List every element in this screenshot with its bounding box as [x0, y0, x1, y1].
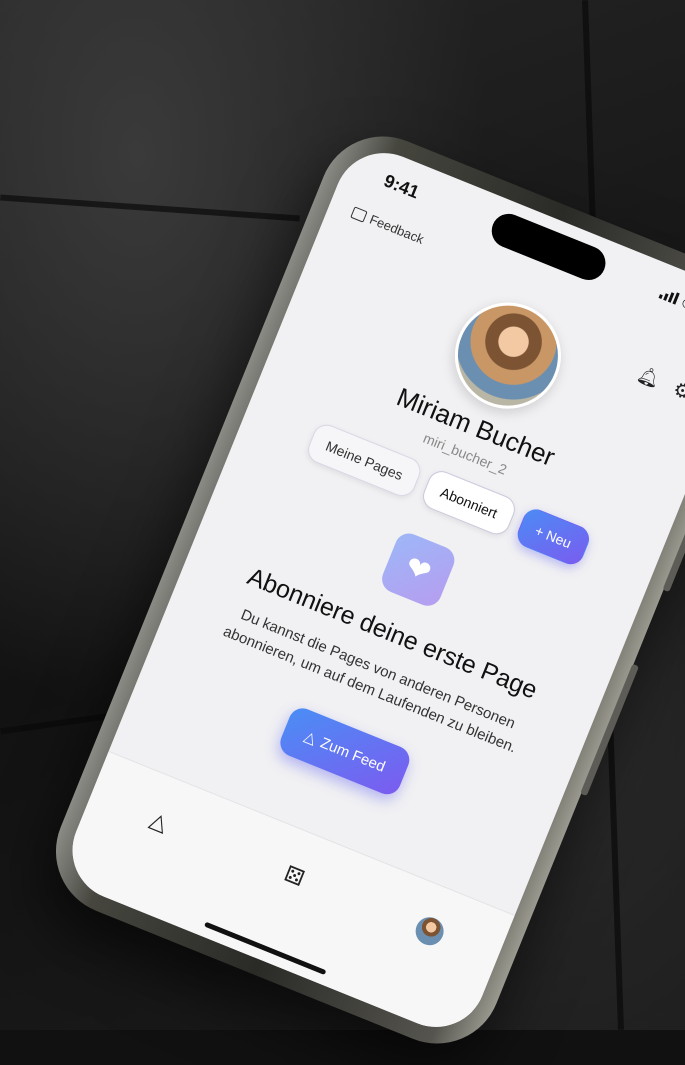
feedback-icon [350, 205, 368, 223]
heart-icon: ❤ [400, 549, 437, 590]
nav-dice[interactable]: ⚄ [268, 850, 320, 902]
new-button[interactable]: + Neu [513, 505, 594, 569]
feedback-button[interactable]: Feedback [350, 204, 426, 247]
nav-explore[interactable]: △ [133, 796, 185, 848]
status-time: 9:41 [381, 170, 423, 203]
gear-icon[interactable]: ⚙ [669, 376, 685, 406]
nav-profile[interactable] [404, 905, 456, 957]
empty-state-illustration: ❤ [377, 529, 459, 610]
avatar [411, 912, 448, 950]
triangle-graph-icon: △ [146, 806, 172, 837]
feedback-label: Feedback [367, 211, 426, 247]
triangle-graph-icon: △ [301, 727, 319, 748]
dynamic-island [486, 208, 611, 286]
bell-icon[interactable]: 🔔︎ [634, 363, 663, 391]
status-icons: ◎ [658, 286, 685, 322]
to-feed-label: Zum Feed [318, 733, 388, 776]
wifi-icon: ◎ [679, 294, 685, 312]
to-feed-button[interactable]: △ Zum Feed [276, 704, 414, 799]
dice-icon: ⚄ [280, 860, 308, 892]
signal-icon [658, 287, 680, 305]
